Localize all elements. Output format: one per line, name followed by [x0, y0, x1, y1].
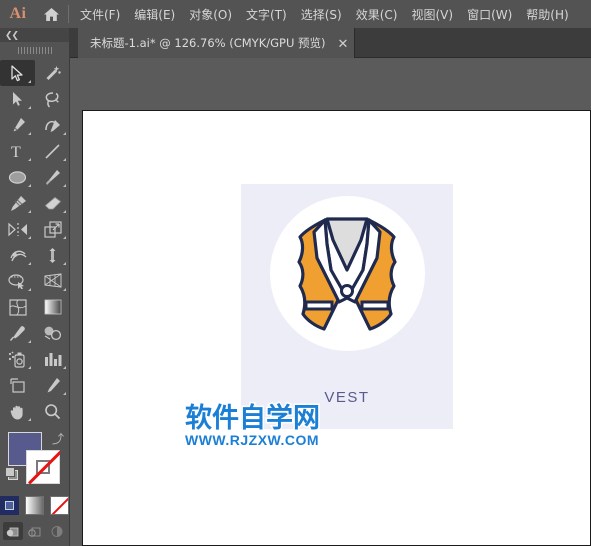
pen-tool[interactable]: [0, 112, 35, 138]
document-tab[interactable]: 未标题-1.ai* @ 126.76% (CMYK/GPU 预览) ✕: [78, 28, 356, 58]
document-tab-bar: 未标题-1.ai* @ 126.76% (CMYK/GPU 预览) ✕: [70, 28, 591, 58]
vest-right-pocket: [360, 300, 390, 311]
vest-label: VEST: [324, 389, 370, 406]
eraser-tool[interactable]: [35, 190, 70, 216]
scale-tool[interactable]: [35, 216, 70, 242]
tool-flyout-indicator: [28, 210, 31, 213]
gradient-tool[interactable]: [35, 294, 70, 320]
selection-tool[interactable]: [0, 60, 35, 86]
tool-flyout-indicator: [28, 288, 31, 291]
tool-flyout-indicator: [28, 340, 31, 343]
close-icon[interactable]: ✕: [338, 37, 349, 50]
blend-tool[interactable]: [35, 320, 70, 346]
color-mode-button[interactable]: [0, 496, 19, 515]
collapse-panel-button[interactable]: ❮❮: [0, 28, 69, 42]
gradient-mode-button[interactable]: [25, 496, 44, 515]
tool-flyout-indicator: [28, 132, 31, 135]
direct-selection-tool[interactable]: [0, 86, 35, 112]
tool-flyout-indicator: [28, 158, 31, 161]
reflect-tool[interactable]: [0, 216, 35, 242]
menu-edit[interactable]: 编辑(E): [127, 2, 182, 27]
width-tool[interactable]: [0, 242, 35, 268]
none-mode-button[interactable]: [50, 496, 69, 515]
draw-behind-button[interactable]: [25, 522, 45, 540]
menu-bar: Ai 文件(F) 编辑(E) 对象(O) 文字(T) 选择(S) 效果(C) 视…: [0, 0, 591, 28]
line-segment-tool[interactable]: [35, 138, 70, 164]
tool-flyout-indicator: [28, 106, 31, 109]
tool-flyout-indicator: [63, 210, 66, 213]
svg-text:T: T: [11, 144, 21, 159]
default-fill-stroke-icon[interactable]: [5, 467, 19, 481]
perspective-grid-tool[interactable]: [35, 268, 70, 294]
home-icon[interactable]: [36, 0, 66, 28]
shape-builder-tool[interactable]: [0, 268, 35, 294]
tool-flyout-indicator: [63, 366, 66, 369]
menu-effect[interactable]: 效果(C): [349, 2, 405, 27]
tool-flyout-indicator: [63, 392, 66, 395]
tool-flyout-indicator: [63, 262, 66, 265]
curvature-tool[interactable]: [35, 112, 70, 138]
tool-flyout-indicator: [28, 262, 31, 265]
slice-tool[interactable]: [35, 372, 70, 398]
artboard-tool[interactable]: [0, 372, 35, 398]
tool-flyout-indicator: [28, 236, 31, 239]
tool-flyout-indicator: [63, 132, 66, 135]
color-controls: ⤴: [0, 430, 69, 492]
draw-inside-button[interactable]: [47, 522, 67, 540]
stroke-color-swatch[interactable]: [26, 450, 60, 484]
swap-fill-stroke-icon[interactable]: ⤴: [52, 430, 64, 447]
menu-separator: [68, 5, 69, 23]
tool-flyout-indicator: [63, 184, 66, 187]
menu-select[interactable]: 选择(S): [294, 2, 349, 27]
tool-flyout-indicator: [63, 158, 66, 161]
tool-flyout-indicator: [63, 236, 66, 239]
app-logo: Ai: [9, 5, 27, 22]
menu-object[interactable]: 对象(O): [182, 2, 239, 27]
shaper-tool[interactable]: [0, 190, 35, 216]
paintbrush-tool[interactable]: [35, 164, 70, 190]
tool-flyout-indicator: [28, 366, 31, 369]
panel-drag-handle[interactable]: [0, 42, 69, 58]
type-tool[interactable]: T: [0, 138, 35, 164]
fill-mode-buttons: [0, 496, 69, 515]
vest-inner-shirt: [325, 217, 369, 272]
vest-left-pocket: [304, 300, 334, 311]
document-tab-title: 未标题-1.ai* @ 126.76% (CMYK/GPU 预览): [90, 36, 326, 50]
watermark-url-text: WWW.RJZXW.COM: [184, 431, 320, 449]
menu-help[interactable]: 帮助(H): [519, 2, 575, 27]
free-transform-tool[interactable]: [35, 242, 70, 268]
canvas-area[interactable]: VEST 软件自学网 WWW.RJZXW.COM: [70, 58, 591, 546]
tool-flyout-indicator: [28, 184, 31, 187]
vest-icon-card[interactable]: VEST: [241, 184, 453, 429]
tool-grid: T: [0, 58, 69, 424]
tool-flyout-indicator: [63, 288, 66, 291]
vest-illustration[interactable]: [287, 210, 407, 346]
menu-window[interactable]: 窗口(W): [460, 2, 519, 27]
tools-panel: ❮❮ T ⤴: [0, 28, 70, 546]
column-graph-tool[interactable]: [35, 346, 70, 372]
symbol-sprayer-tool[interactable]: [0, 346, 35, 372]
menu-type[interactable]: 文字(T): [239, 2, 294, 27]
artboard[interactable]: VEST 软件自学网 WWW.RJZXW.COM: [82, 110, 591, 546]
zoom-tool[interactable]: [35, 398, 70, 424]
magic-wand-tool[interactable]: [35, 60, 70, 86]
none-slash-icon: [26, 450, 60, 484]
menu-view[interactable]: 视图(V): [404, 2, 460, 27]
vest-button: [340, 284, 354, 298]
ellipse-tool[interactable]: [0, 164, 35, 190]
draw-normal-button[interactable]: [2, 522, 23, 540]
hand-tool[interactable]: [0, 398, 35, 424]
tool-flyout-indicator: [28, 418, 31, 421]
lasso-tool[interactable]: [35, 86, 70, 112]
illustrator-window: Ai 文件(F) 编辑(E) 对象(O) 文字(T) 选择(S) 效果(C) 视…: [0, 0, 591, 546]
menu-file[interactable]: 文件(F): [73, 2, 127, 27]
eyedropper-tool[interactable]: [0, 320, 35, 346]
tool-flyout-indicator: [28, 80, 31, 83]
draw-mode-buttons: [0, 522, 69, 540]
mesh-tool[interactable]: [0, 294, 35, 320]
